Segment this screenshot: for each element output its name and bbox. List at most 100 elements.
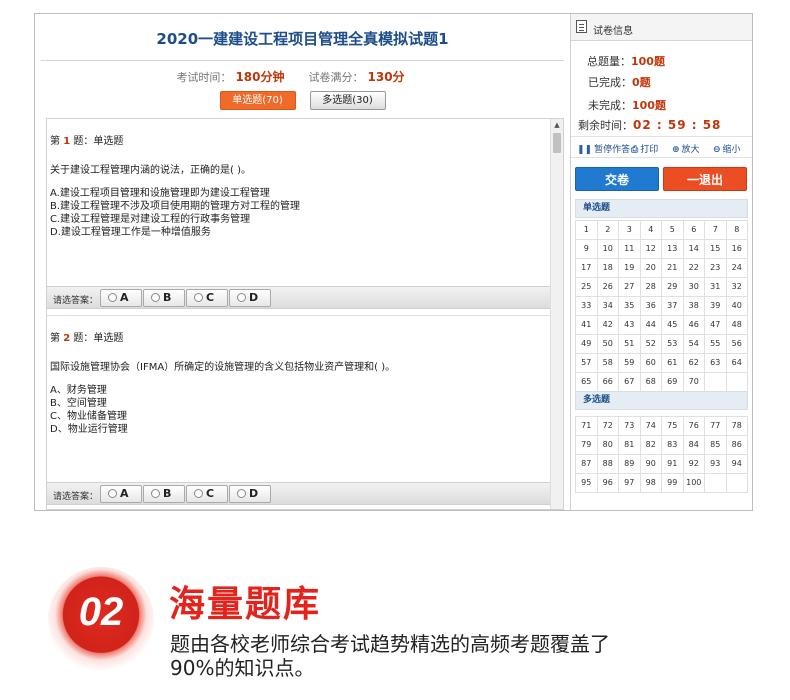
question-nav-cell[interactable]: 58 [597, 354, 619, 373]
question-nav-cell[interactable]: 40 [726, 297, 748, 316]
question-nav-cell[interactable]: 3 [619, 221, 641, 240]
question-nav-cell[interactable]: 25 [576, 278, 598, 297]
question-nav-cell[interactable]: 94 [726, 455, 748, 474]
question-nav-cell[interactable]: 52 [640, 335, 662, 354]
question-nav-cell[interactable]: 11 [619, 240, 641, 259]
question-nav-cell[interactable]: 5 [662, 221, 684, 240]
question-nav-cell[interactable]: 21 [662, 259, 684, 278]
question-nav-cell[interactable]: 27 [619, 278, 641, 297]
tab-multiple-choice[interactable]: 多选题(30) [309, 91, 386, 110]
question-nav-cell[interactable]: 79 [576, 436, 598, 455]
question-nav-cell[interactable]: 54 [683, 335, 705, 354]
scroll-thumb[interactable] [553, 133, 561, 153]
answer-choice-d[interactable]: D [229, 289, 271, 307]
question-nav-cell[interactable]: 41 [576, 316, 598, 335]
question-nav-cell[interactable]: 74 [640, 417, 662, 436]
question-nav-cell[interactable]: 6 [683, 221, 705, 240]
question-nav-cell[interactable]: 96 [597, 474, 619, 493]
question-nav-cell[interactable]: 47 [705, 316, 727, 335]
submit-button[interactable]: 交卷 [575, 167, 659, 191]
question-nav-cell[interactable]: 76 [683, 417, 705, 436]
question-nav-cell[interactable]: 80 [597, 436, 619, 455]
question-nav-cell[interactable]: 32 [726, 278, 748, 297]
question-nav-cell[interactable]: 64 [726, 354, 748, 373]
question-nav-cell[interactable]: 49 [576, 335, 598, 354]
question-nav-cell[interactable]: 28 [640, 278, 662, 297]
question-nav-cell[interactable]: 46 [683, 316, 705, 335]
vertical-scrollbar[interactable]: ▲ [550, 119, 563, 509]
question-nav-cell[interactable]: 38 [683, 297, 705, 316]
question-nav-cell[interactable]: 90 [640, 455, 662, 474]
question-nav-cell[interactable]: 65 [576, 373, 598, 392]
question-nav-cell[interactable]: 95 [576, 474, 598, 493]
zoom-out-button[interactable]: ⊖ 缩小 [713, 142, 741, 155]
exit-button[interactable]: 一退出 [663, 167, 747, 191]
question-nav-cell[interactable]: 20 [640, 259, 662, 278]
answer-choice-d[interactable]: D [229, 485, 271, 503]
question-nav-cell[interactable]: 53 [662, 335, 684, 354]
question-nav-cell[interactable]: 48 [726, 316, 748, 335]
pause-button[interactable]: ❚❚ 暂停作答 [577, 142, 630, 155]
question-nav-cell[interactable]: 73 [619, 417, 641, 436]
question-nav-cell[interactable]: 12 [640, 240, 662, 259]
question-nav-cell[interactable]: 99 [662, 474, 684, 493]
question-nav-cell[interactable]: 4 [640, 221, 662, 240]
question-nav-cell[interactable]: 17 [576, 259, 598, 278]
question-nav-cell[interactable]: 39 [705, 297, 727, 316]
question-nav-cell[interactable]: 55 [705, 335, 727, 354]
question-nav-cell[interactable]: 42 [597, 316, 619, 335]
question-nav-cell[interactable]: 8 [726, 221, 748, 240]
question-nav-cell[interactable]: 82 [640, 436, 662, 455]
question-nav-cell[interactable]: 31 [705, 278, 727, 297]
question-nav-cell[interactable]: 66 [597, 373, 619, 392]
question-nav-cell[interactable]: 50 [597, 335, 619, 354]
question-nav-cell[interactable]: 34 [597, 297, 619, 316]
question-nav-cell[interactable]: 97 [619, 474, 641, 493]
question-nav-cell[interactable]: 57 [576, 354, 598, 373]
question-nav-cell[interactable]: 69 [662, 373, 684, 392]
question-nav-cell[interactable]: 10 [597, 240, 619, 259]
question-nav-cell[interactable]: 15 [705, 240, 727, 259]
question-nav-cell[interactable]: 9 [576, 240, 598, 259]
answer-choice-a[interactable]: A [100, 485, 142, 503]
question-nav-cell[interactable]: 78 [726, 417, 748, 436]
question-nav-cell[interactable]: 72 [597, 417, 619, 436]
tab-single-choice[interactable]: 单选题(70) [219, 91, 296, 110]
question-nav-cell[interactable]: 59 [619, 354, 641, 373]
question-nav-cell[interactable]: 19 [619, 259, 641, 278]
question-nav-cell[interactable]: 23 [705, 259, 727, 278]
question-nav-cell[interactable]: 89 [619, 455, 641, 474]
question-nav-cell[interactable]: 30 [683, 278, 705, 297]
question-nav-cell[interactable]: 77 [705, 417, 727, 436]
question-nav-cell[interactable]: 98 [640, 474, 662, 493]
scroll-up-arrow-icon[interactable]: ▲ [551, 119, 563, 131]
answer-choice-a[interactable]: A [100, 289, 142, 307]
answer-choice-b[interactable]: B [143, 289, 185, 307]
question-nav-cell[interactable]: 100 [683, 474, 705, 493]
question-nav-cell[interactable]: 70 [683, 373, 705, 392]
question-nav-cell[interactable]: 61 [662, 354, 684, 373]
zoom-in-button[interactable]: ⊕ 放大 [672, 142, 700, 155]
question-nav-cell[interactable]: 7 [705, 221, 727, 240]
question-nav-cell[interactable]: 85 [705, 436, 727, 455]
question-nav-cell[interactable]: 87 [576, 455, 598, 474]
question-nav-cell[interactable]: 62 [683, 354, 705, 373]
question-nav-cell[interactable]: 63 [705, 354, 727, 373]
question-nav-cell[interactable]: 26 [597, 278, 619, 297]
question-nav-cell[interactable]: 14 [683, 240, 705, 259]
question-nav-cell[interactable]: 36 [640, 297, 662, 316]
answer-choice-c[interactable]: C [186, 289, 228, 307]
question-nav-cell[interactable]: 44 [640, 316, 662, 335]
question-nav-cell[interactable]: 1 [576, 221, 598, 240]
question-nav-cell[interactable]: 37 [662, 297, 684, 316]
answer-choice-b[interactable]: B [143, 485, 185, 503]
question-nav-cell[interactable]: 29 [662, 278, 684, 297]
question-nav-cell[interactable]: 22 [683, 259, 705, 278]
question-nav-cell[interactable]: 56 [726, 335, 748, 354]
question-nav-cell[interactable]: 84 [683, 436, 705, 455]
question-nav-cell[interactable]: 45 [662, 316, 684, 335]
question-nav-cell[interactable]: 2 [597, 221, 619, 240]
question-nav-cell[interactable]: 16 [726, 240, 748, 259]
question-nav-cell[interactable]: 33 [576, 297, 598, 316]
question-nav-cell[interactable]: 51 [619, 335, 641, 354]
